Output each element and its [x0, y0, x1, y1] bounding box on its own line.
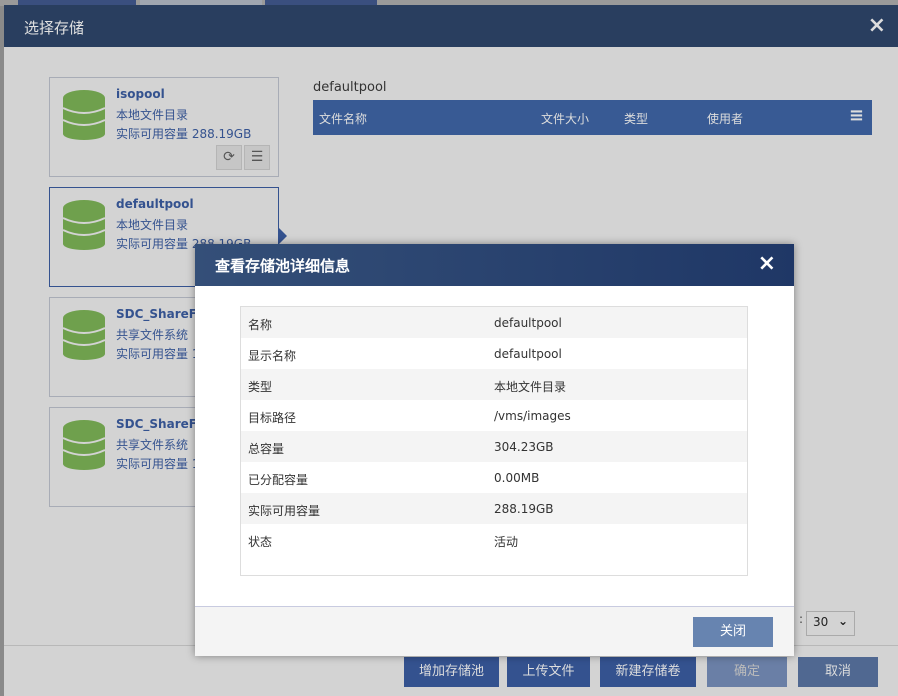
pool-type: 本地文件目录 — [116, 218, 189, 232]
pool-capacity: 实际可用容量 1 — [116, 347, 200, 361]
field-label: 显示名称 — [248, 349, 297, 363]
upload-file-button[interactable]: 上传文件 — [507, 657, 590, 687]
close-button[interactable]: 关闭 — [693, 617, 773, 647]
field-value: 本地文件目录 — [494, 380, 567, 394]
field-label: 类型 — [248, 380, 273, 394]
table-row: 实际可用容量 288.19GB — [241, 493, 747, 524]
field-value: 0.00MB — [494, 471, 540, 485]
database-icon — [62, 90, 106, 140]
field-label: 实际可用容量 — [248, 504, 321, 518]
database-icon — [62, 200, 106, 250]
pool-card-isopool[interactable]: isopool 本地文件目录 实际可用容量 288.19GB ⟳ ☰ — [49, 77, 279, 177]
column-header[interactable]: 文件名称 — [319, 110, 367, 127]
field-label: 总容量 — [248, 442, 285, 456]
view-details-icon[interactable]: ☰ — [244, 145, 270, 170]
pool-capacity: 实际可用容量 288.19GB — [116, 127, 252, 141]
field-value: defaultpool — [494, 347, 562, 361]
selected-pool-title: defaultpool — [313, 80, 387, 95]
page-size-label: : — [799, 612, 804, 626]
pool-capacity: 实际可用容量 1 — [116, 457, 200, 471]
details-table: 名称 defaultpool 显示名称 defaultpool 类型 本地文件目录 目… — [240, 306, 748, 576]
new-volume-button[interactable]: 新建存储卷 — [600, 657, 696, 687]
column-header[interactable]: 使用者 — [707, 110, 743, 127]
column-header[interactable]: 类型 — [624, 110, 648, 127]
field-value: /vms/images — [494, 409, 571, 423]
field-value: 288.19GB — [494, 502, 554, 516]
table-row: 显示名称 defaultpool — [241, 338, 747, 369]
chevron-down-icon: ⌄ — [837, 614, 848, 628]
pool-details-modal: 查看存储池详细信息 × 名称 defaultpool 显示名称 defaultpoo… — [195, 244, 794, 656]
close-icon[interactable]: × — [868, 13, 886, 38]
file-table-header: 文件名称 文件大小 类型 使用者 ≡ — [313, 100, 872, 135]
database-icon — [62, 310, 106, 360]
field-value: 活动 — [494, 535, 519, 549]
field-label: 已分配容量 — [248, 473, 309, 487]
modal-footer: 关闭 — [195, 606, 794, 656]
pool-type: 共享文件系统 — [116, 438, 189, 452]
field-label: 名称 — [248, 318, 273, 332]
pool-type: 本地文件目录 — [116, 108, 189, 122]
pool-name: defaultpool — [116, 197, 194, 211]
table-row: 类型 本地文件目录 — [241, 369, 747, 400]
table-row: 状态 活动 — [241, 524, 747, 555]
table-row: 名称 defaultpool — [241, 307, 747, 338]
field-value: defaultpool — [494, 316, 562, 330]
cancel-button[interactable]: 取消 — [798, 657, 878, 687]
modal-header: 查看存储池详细信息 × — [195, 244, 794, 286]
selection-arrow — [279, 228, 287, 244]
modal-title: 查看存储池详细信息 — [215, 257, 351, 275]
menu-icon[interactable]: ≡ — [849, 105, 864, 126]
pool-type: 共享文件系统 — [116, 328, 189, 342]
field-label: 状态 — [248, 535, 273, 549]
field-label: 目标路径 — [248, 411, 297, 425]
table-row: 目标路径/vms/images — [241, 400, 747, 431]
page-size-value: 30 — [813, 615, 829, 629]
pool-name: isopool — [116, 87, 165, 101]
pool-name: SDC_ShareFil — [116, 307, 206, 321]
database-icon — [62, 420, 106, 470]
add-pool-button[interactable]: 增加存储池 — [404, 657, 499, 687]
refresh-icon[interactable]: ⟳ — [216, 145, 242, 170]
close-icon[interactable]: × — [758, 251, 776, 276]
pool-name: SDC_ShareFil — [116, 417, 206, 431]
dialog-header: 选择存储 × — [4, 5, 898, 47]
confirm-button[interactable]: 确定 — [707, 657, 787, 687]
field-value: 304.23GB — [494, 440, 554, 454]
column-header[interactable]: 文件大小 — [541, 110, 589, 127]
dialog-title: 选择存储 — [24, 19, 85, 37]
table-row: 已分配容量 0.00MB — [241, 462, 747, 493]
page-size-select[interactable]: 30 ⌄ — [806, 611, 855, 636]
table-row: 总容量 304.23GB — [241, 431, 747, 462]
